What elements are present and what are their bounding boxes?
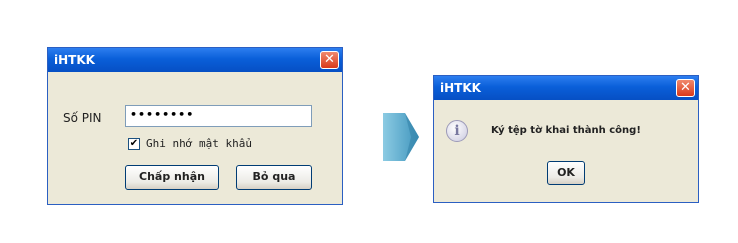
arrow-right-icon: [383, 113, 419, 161]
message-dialog-title: iHTKK: [440, 81, 481, 95]
remember-password-label: Ghi nhớ mật khẩu: [146, 137, 252, 150]
login-close-button[interactable]: ✕: [320, 51, 339, 69]
accept-button[interactable]: Chấp nhận: [125, 165, 219, 190]
pin-label: Số PIN: [63, 111, 102, 125]
ok-button[interactable]: OK: [547, 161, 585, 185]
cancel-button[interactable]: Bỏ qua: [236, 165, 312, 190]
remember-password-checkbox[interactable]: ✔: [128, 138, 140, 150]
info-icon-glyph: i: [454, 123, 460, 139]
pin-login-dialog: iHTKK ✕ Số PIN •••••••• ✔ Ghi nhớ mật kh…: [47, 47, 343, 205]
info-icon: i: [446, 120, 468, 142]
check-icon: ✔: [129, 138, 139, 149]
success-message-text: Ký tệp tờ khai thành công!: [491, 125, 641, 136]
close-icon: ✕: [324, 52, 335, 67]
close-icon: ✕: [680, 80, 691, 95]
message-title-bar[interactable]: iHTKK ✕: [434, 76, 698, 100]
login-dialog-title: iHTKK: [54, 53, 95, 67]
message-close-button[interactable]: ✕: [676, 79, 695, 97]
success-message-dialog: iHTKK ✕ i Ký tệp tờ khai thành công! OK: [433, 75, 699, 203]
pin-input[interactable]: ••••••••: [125, 105, 312, 127]
login-title-bar[interactable]: iHTKK ✕: [48, 48, 342, 72]
